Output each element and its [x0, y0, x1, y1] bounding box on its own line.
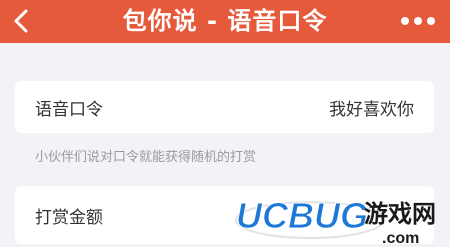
top-app-bar: 包你说 - 语音口令: [0, 0, 450, 43]
hint-text: 小伙伴们说对口令就能获得随机的打赏: [35, 150, 257, 165]
more-dots-icon: [401, 17, 435, 25]
more-button[interactable]: [400, 12, 436, 30]
watermark-domain: .com: [382, 230, 419, 247]
voice-password-row[interactable]: 语音口令 我好喜欢你: [15, 81, 434, 133]
reward-amount-label: 打赏金额: [35, 207, 103, 228]
ucbug-watermark-logo: UCBUG 游戏网 .com: [235, 195, 436, 247]
page-title: 包你说 - 语音口令: [122, 7, 328, 35]
voice-password-label: 语音口令: [35, 99, 103, 120]
watermark-brand: UCBUG: [236, 195, 368, 236]
voice-password-value[interactable]: 我好喜欢你: [329, 81, 414, 133]
watermark-suffix: 游戏网: [364, 200, 436, 228]
